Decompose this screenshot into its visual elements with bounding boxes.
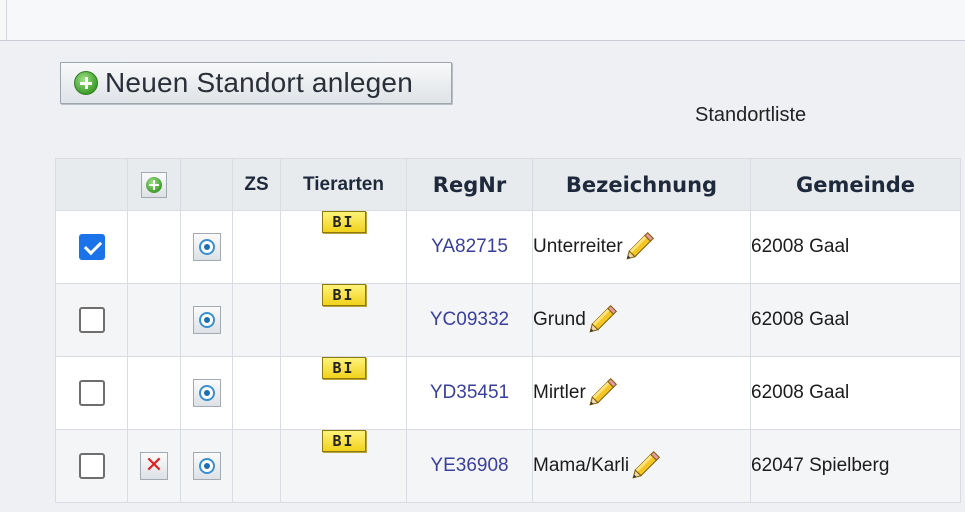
row-checkbox[interactable] [78, 380, 105, 406]
tierart-badge: BI [321, 357, 366, 379]
row-bezeichnung-cell: Grund [532, 283, 751, 357]
row-regnr-link[interactable]: YE36908 [406, 429, 533, 503]
row-delete-cell [127, 283, 181, 357]
column-header-zs: ZS [232, 158, 281, 211]
location-table: ZS Tierarten RegNr Bezeichnung Gemeinde … [55, 158, 961, 503]
row-select-cell [55, 210, 128, 284]
row-zs-cell [232, 210, 281, 284]
row-bezeichnung-text: Grund [533, 309, 586, 331]
column-header-bezeichnung[interactable]: Bezeichnung [532, 158, 751, 211]
top-bar-edge [6, 0, 7, 40]
row-regnr-link[interactable]: YD35451 [406, 356, 533, 430]
row-checkbox[interactable] [78, 307, 105, 333]
row-regnr-link[interactable]: YC09332 [406, 283, 533, 357]
row-view-cell [180, 429, 233, 503]
row-bezeichnung-text: Mirtler [533, 382, 586, 404]
row-view-cell [180, 210, 233, 284]
tierart-badge: BI [321, 211, 366, 233]
view-column-header [180, 158, 233, 211]
add-column-header [127, 158, 181, 211]
row-gemeinde-cell: 62008 Gaal [750, 283, 961, 357]
row-zs-cell [232, 356, 281, 430]
add-location-button-label: Neuen Standort anlegen [105, 67, 413, 98]
row-gemeinde-cell: 62008 Gaal [750, 356, 961, 430]
table-row: BI YD35451 Mirtler 62008 Gaal [55, 356, 961, 430]
row-zs-cell [232, 429, 281, 503]
row-checkbox[interactable] [78, 453, 105, 479]
row-tierarten-cell: BI [280, 283, 407, 357]
row-select-cell [55, 356, 128, 430]
top-bar [0, 0, 965, 41]
row-delete-cell: ✕ [127, 429, 181, 503]
row-gemeinde-cell: 62008 Gaal [750, 210, 961, 284]
row-tierarten-cell: BI [280, 356, 407, 430]
row-view-cell [180, 356, 233, 430]
row-tierarten-cell: BI [280, 429, 407, 503]
view-icon[interactable] [192, 452, 221, 480]
plus-circle-icon [74, 71, 98, 95]
select-column-header [55, 158, 128, 211]
row-checkbox[interactable] [78, 234, 105, 260]
row-bezeichnung-cell: Unterreiter [532, 210, 751, 284]
column-header-tierarten: Tierarten [280, 158, 407, 211]
column-header-regnr[interactable]: RegNr [406, 158, 533, 211]
pencil-icon[interactable] [626, 228, 658, 266]
view-icon[interactable] [192, 233, 221, 261]
delete-icon[interactable]: ✕ [140, 452, 168, 480]
pencil-icon[interactable] [632, 447, 664, 485]
row-select-cell [55, 429, 128, 503]
table-row: BI YC09332 Grund 62008 Gaal [55, 283, 961, 357]
row-delete-cell [127, 356, 181, 430]
add-location-button[interactable]: Neuen Standort anlegen [60, 62, 452, 104]
row-regnr-link[interactable]: YA82715 [406, 210, 533, 284]
row-view-cell [180, 283, 233, 357]
column-header-gemeinde[interactable]: Gemeinde [750, 158, 961, 211]
pencil-icon[interactable] [589, 374, 621, 412]
plus-circle-icon[interactable] [141, 171, 167, 198]
tierart-badge: BI [321, 430, 366, 452]
row-zs-cell [232, 283, 281, 357]
row-tierarten-cell: BI [280, 210, 407, 284]
list-title: Standortliste [695, 104, 807, 126]
row-select-cell [55, 283, 128, 357]
table-header-row: ZS Tierarten RegNr Bezeichnung Gemeinde [55, 158, 961, 211]
row-bezeichnung-cell: Mirtler [532, 356, 751, 430]
tierart-badge: BI [321, 284, 366, 306]
pencil-icon[interactable] [589, 301, 621, 339]
row-bezeichnung-cell: Mama/Karli [532, 429, 751, 503]
row-delete-cell [127, 210, 181, 284]
row-bezeichnung-text: Mama/Karli [533, 455, 630, 477]
table-row: BI YA82715 Unterreiter 62008 Gaal [55, 210, 961, 284]
table-row: ✕ BI YE36908 Mama/Karli 62047 Spielberg [55, 429, 961, 503]
view-icon[interactable] [192, 379, 221, 407]
row-gemeinde-cell: 62047 Spielberg [750, 429, 961, 503]
row-bezeichnung-text: Unterreiter [533, 236, 623, 258]
view-icon[interactable] [192, 306, 221, 334]
